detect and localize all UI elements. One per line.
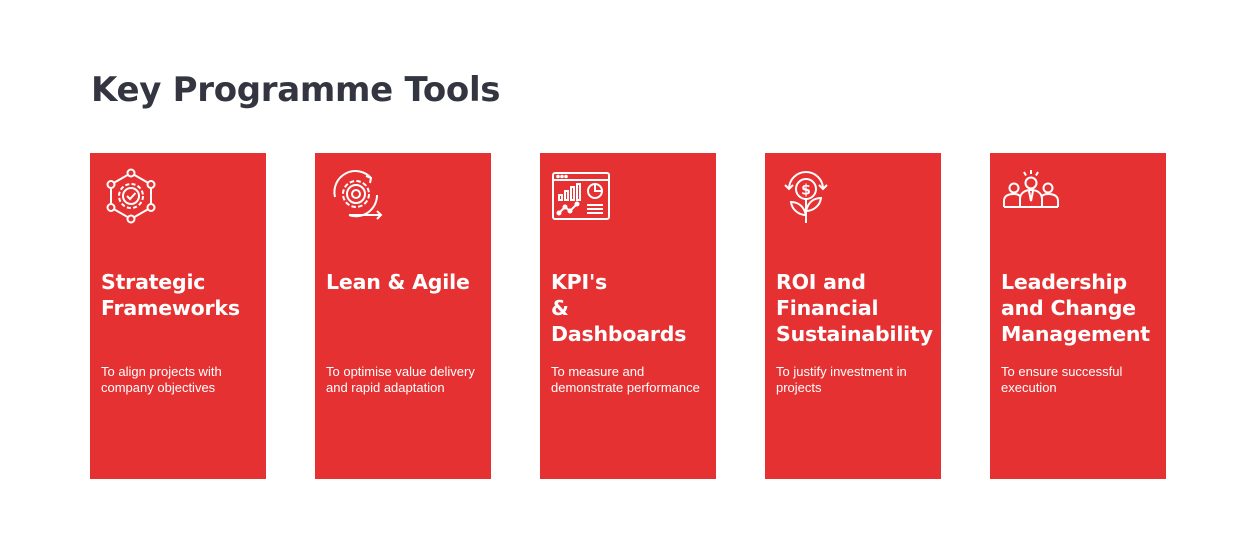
card-title: Leadership and Change Management	[1001, 270, 1150, 346]
card-title: ROI and Financial Sustainability	[776, 270, 933, 346]
card-lean-agile: Lean & Agile To optimise value delivery …	[315, 153, 491, 479]
card-kpi-dashboards: KPI's & Dashboards To measure and demons…	[540, 153, 716, 479]
card-title: Lean & Agile	[326, 270, 470, 294]
card-description: To align projects with company objective…	[101, 364, 222, 395]
card-description: To ensure successful execution	[1001, 364, 1123, 395]
card-strategic-frameworks: Strategic Frameworks To align projects w…	[90, 153, 266, 479]
tool-cards: Strategic Frameworks To align projects w…	[90, 153, 1166, 479]
gear-network-icon	[100, 165, 162, 227]
card-description: To justify investment in projects	[776, 364, 907, 395]
card-description: To measure and demonstrate performance	[551, 364, 700, 395]
page-title: Key Programme Tools	[91, 70, 501, 110]
gear-cycle-icon	[325, 165, 387, 227]
card-description: To optimise value delivery and rapid ada…	[326, 364, 475, 395]
team-leader-icon	[1000, 165, 1062, 227]
card-leadership-change: Leadership and Change Management To ensu…	[990, 153, 1166, 479]
card-title: KPI's & Dashboards	[551, 270, 687, 346]
dashboard-icon	[550, 165, 612, 227]
card-roi-financial: $ ROI and Financial Sustainability To ju…	[765, 153, 941, 479]
card-title: Strategic Frameworks	[101, 270, 240, 320]
money-plant-icon: $	[775, 165, 837, 227]
svg-text:$: $	[801, 183, 811, 199]
